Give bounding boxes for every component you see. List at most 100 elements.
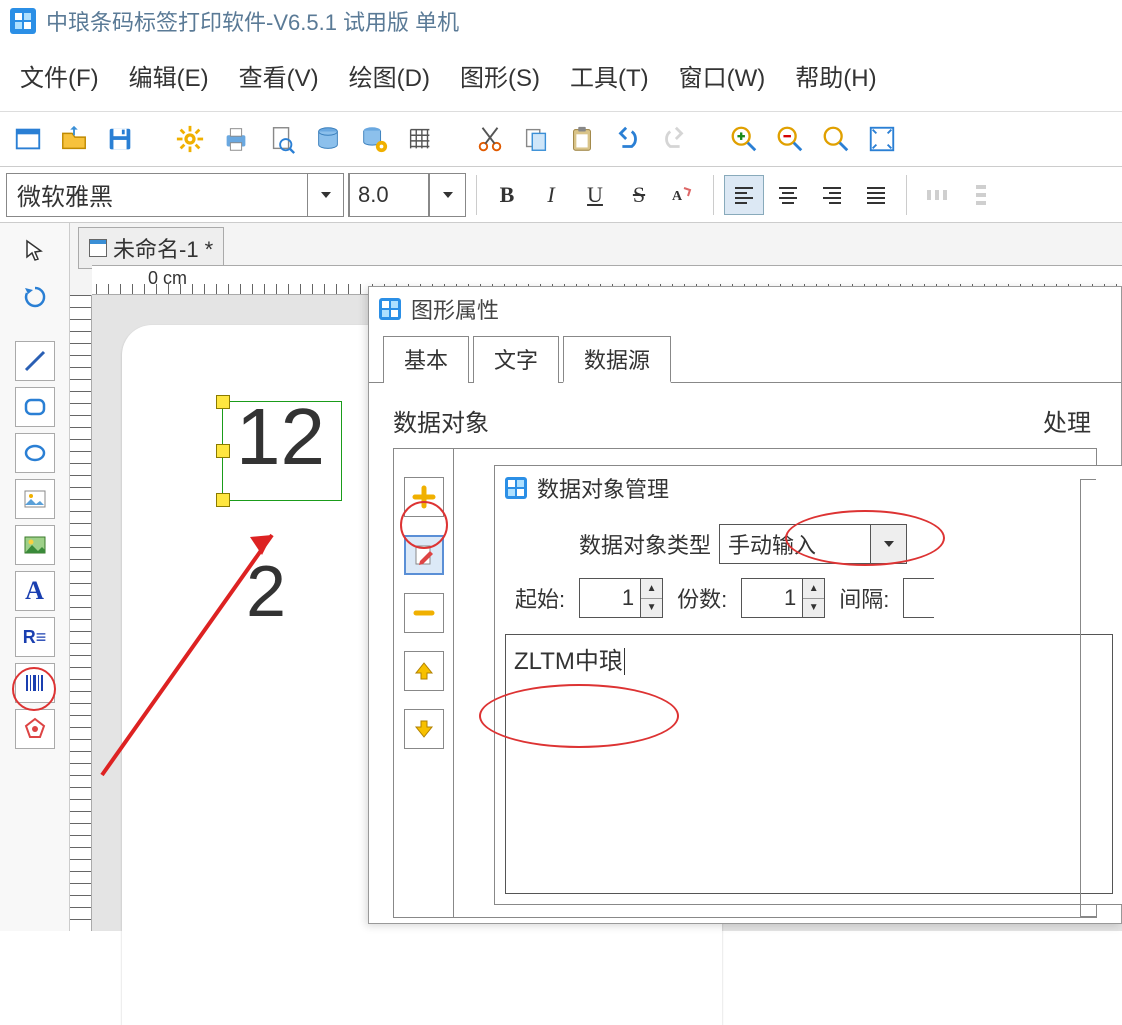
barcode-tool[interactable] (15, 663, 55, 703)
chevron-down-icon[interactable] (870, 525, 906, 563)
font-size-value: 8.0 (349, 173, 429, 217)
menu-help[interactable]: 帮助(H) (795, 58, 876, 93)
data-object-box: 数据对象管理 数据对象类型 手动输入 起始: 1 ▲▼ 份数 (393, 448, 1097, 918)
menu-tool[interactable]: 工具(T) (570, 58, 649, 93)
type-value: 手动输入 (720, 525, 870, 563)
strikethrough-button[interactable]: S (619, 175, 659, 215)
rounded-rect-tool[interactable] (15, 387, 55, 427)
align-left-button[interactable] (724, 175, 764, 215)
align-justify-button[interactable] (856, 175, 896, 215)
processing-label: 处理 (1043, 403, 1091, 438)
font-toolbar: 微软雅黑 8.0 B I U S A (0, 167, 1122, 223)
zoom-out-button[interactable] (770, 119, 810, 159)
dialog-titlebar[interactable]: 图形属性 (369, 287, 1121, 331)
interval-input[interactable] (903, 578, 934, 618)
zoom-fit-button[interactable] (862, 119, 902, 159)
image-tool[interactable] (15, 479, 55, 519)
spinner[interactable]: ▲▼ (802, 579, 824, 617)
resize-handle[interactable] (216, 444, 230, 458)
database-settings-button[interactable] (354, 119, 394, 159)
interval-label: 间隔: (839, 582, 889, 614)
start-input[interactable]: 1 ▲▼ (579, 578, 663, 618)
picture-tool[interactable] (15, 525, 55, 565)
count-input[interactable]: 1 ▲▼ (741, 578, 825, 618)
menu-draw[interactable]: 绘图(D) (349, 58, 430, 93)
main-toolbar (0, 111, 1122, 167)
menu-shape[interactable]: 图形(S) (460, 58, 540, 93)
data-object-manager-dialog: 数据对象管理 数据对象类型 手动输入 起始: 1 ▲▼ 份数 (494, 465, 1122, 905)
zoom-in-button[interactable] (724, 119, 764, 159)
interval-value (904, 579, 934, 617)
font-family-value: 微软雅黑 (7, 177, 307, 212)
move-up-button[interactable] (404, 651, 444, 691)
properties-dialog: 图形属性 基本 文字 数据源 数据对象 处理 (368, 286, 1122, 924)
open-button[interactable] (54, 119, 94, 159)
text-effect-button[interactable]: A (663, 175, 703, 215)
rotate-tool[interactable] (15, 277, 55, 317)
data-actions (394, 449, 454, 917)
chevron-down-icon[interactable] (307, 174, 343, 216)
text-object-2[interactable]: 2 (246, 551, 286, 633)
add-button[interactable] (404, 477, 444, 517)
pointer-tool[interactable] (15, 231, 55, 271)
new-button[interactable] (8, 119, 48, 159)
print-preview-button[interactable] (262, 119, 302, 159)
menubar: 文件(F) 编辑(E) 查看(V) 绘图(D) 图形(S) 工具(T) 窗口(W… (0, 42, 1122, 111)
paste-button[interactable] (562, 119, 602, 159)
print-button[interactable] (216, 119, 256, 159)
tab-text[interactable]: 文字 (473, 336, 559, 383)
redo-button[interactable] (654, 119, 694, 159)
italic-button[interactable]: I (531, 175, 571, 215)
save-button[interactable] (100, 119, 140, 159)
data-text-input[interactable]: ZLTM中琅 (505, 634, 1113, 894)
menu-window[interactable]: 窗口(W) (679, 58, 766, 93)
dialog-tabs: 基本 文字 数据源 (369, 335, 1121, 383)
type-combobox[interactable]: 手动输入 (719, 524, 907, 564)
count-value: 1 (742, 579, 802, 617)
grid-button[interactable] (400, 119, 440, 159)
tool-palette: A R≡ (0, 223, 70, 931)
chevron-down-icon[interactable] (429, 174, 465, 216)
move-down-button[interactable] (404, 709, 444, 749)
distribute-v-button[interactable] (961, 175, 1001, 215)
underline-button[interactable]: U (575, 175, 615, 215)
copy-button[interactable] (516, 119, 556, 159)
count-label: 份数: (677, 582, 727, 614)
cut-button[interactable] (470, 119, 510, 159)
menu-edit[interactable]: 编辑(E) (129, 58, 209, 93)
document-tab[interactable]: 未命名-1 * (78, 227, 224, 269)
richtext-tool[interactable]: R≡ (15, 617, 55, 657)
inner-dialog-titlebar[interactable]: 数据对象管理 (495, 466, 1122, 510)
tab-basic[interactable]: 基本 (383, 336, 469, 383)
ruler-zero-label: 0 cm (148, 268, 187, 289)
resize-handle[interactable] (216, 493, 230, 507)
database-button[interactable] (308, 119, 348, 159)
font-family-select[interactable]: 微软雅黑 (6, 173, 344, 217)
undo-button[interactable] (608, 119, 648, 159)
svg-text:A: A (672, 189, 683, 204)
text-tool[interactable]: A (15, 571, 55, 611)
document-tab-label: 未命名-1 * (113, 232, 213, 264)
type-label: 数据对象类型 (579, 528, 711, 560)
polygon-tool[interactable] (15, 709, 55, 749)
align-right-button[interactable] (812, 175, 852, 215)
font-size-select[interactable]: 8.0 (348, 173, 466, 217)
edit-button[interactable] (404, 535, 444, 575)
menu-file[interactable]: 文件(F) (20, 58, 99, 93)
resize-handle[interactable] (216, 395, 230, 409)
spinner[interactable]: ▲▼ (640, 579, 662, 617)
inner-dialog-title: 数据对象管理 (537, 472, 669, 504)
zoom-actual-button[interactable] (816, 119, 856, 159)
dialog-icon (379, 298, 401, 320)
ruler-vertical (70, 295, 92, 931)
align-center-button[interactable] (768, 175, 808, 215)
bold-button[interactable]: B (487, 175, 527, 215)
start-label: 起始: (515, 582, 565, 614)
menu-view[interactable]: 查看(V) (239, 58, 319, 93)
line-tool[interactable] (15, 341, 55, 381)
ellipse-tool[interactable] (15, 433, 55, 473)
distribute-h-button[interactable] (917, 175, 957, 215)
settings-button[interactable] (170, 119, 210, 159)
remove-button[interactable] (404, 593, 444, 633)
tab-datasource[interactable]: 数据源 (563, 336, 671, 383)
